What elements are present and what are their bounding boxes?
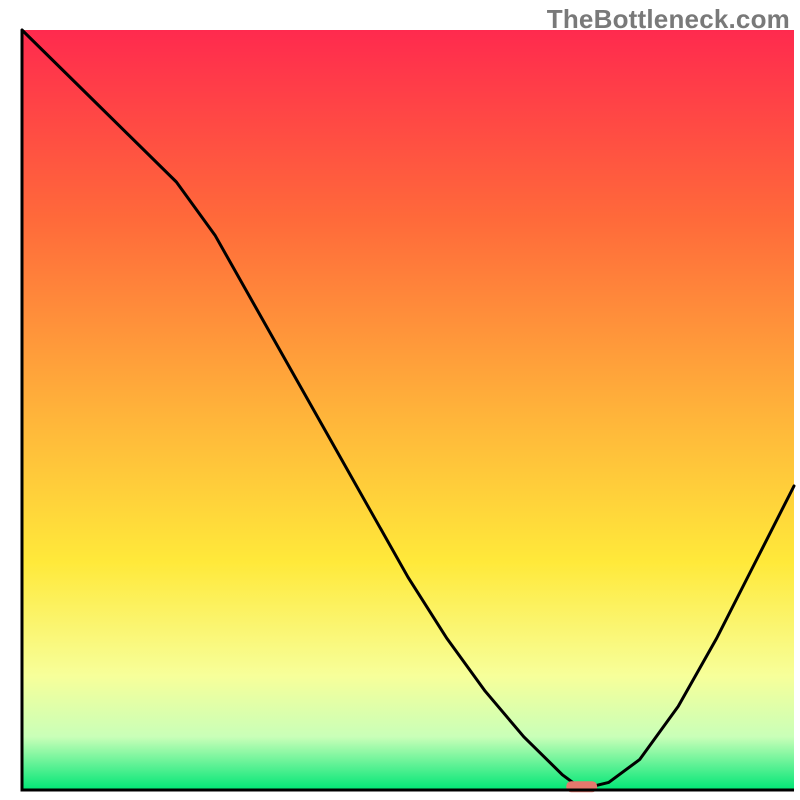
- bottleneck-chart: [0, 0, 800, 800]
- chart-wrapper: { "watermark": "TheBottleneck.com", "col…: [0, 0, 800, 800]
- watermark-text: TheBottleneck.com: [547, 4, 790, 35]
